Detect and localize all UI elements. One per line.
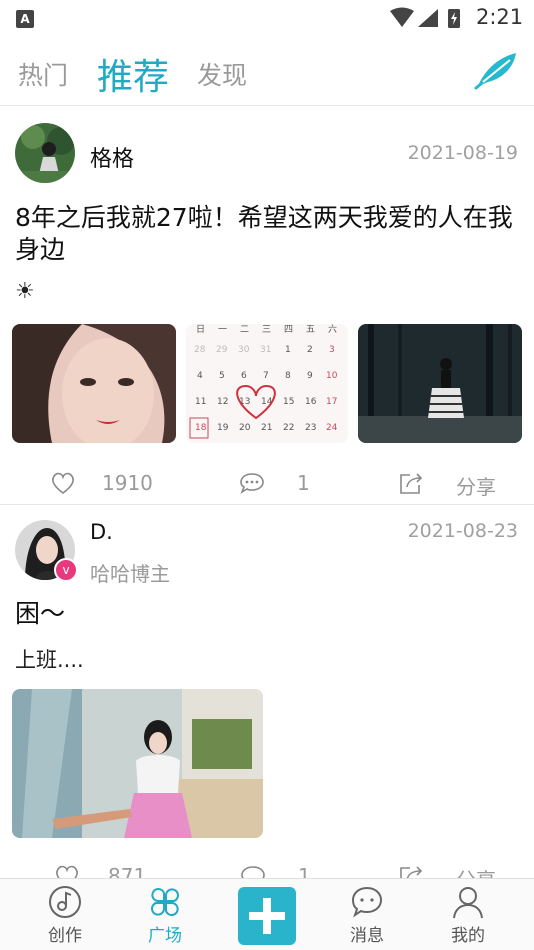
svg-text:31: 31 (260, 345, 271, 355)
share-icon[interactable] (398, 471, 424, 495)
svg-text:15: 15 (283, 397, 294, 407)
svg-text:7: 7 (263, 371, 269, 381)
svg-text:一: 一 (218, 325, 227, 335)
svg-text:20: 20 (239, 423, 251, 433)
svg-text:六: 六 (328, 324, 337, 335)
svg-text:23: 23 (305, 423, 316, 433)
like-count: 1910 (102, 471, 153, 495)
nav-profile-label: 我的 (451, 926, 485, 946)
comment-icon[interactable] (239, 471, 265, 495)
bottom-nav: 创作 广场 消息 我的 (0, 878, 534, 950)
status-icons (390, 7, 460, 28)
verified-badge: v (54, 558, 78, 582)
wifi-icon (390, 7, 414, 27)
plus-icon (249, 898, 285, 934)
selfie-photo[interactable] (12, 324, 176, 443)
avatar[interactable] (15, 123, 75, 183)
svg-text:1: 1 (285, 345, 291, 355)
post-text: 8年之后我就27啦！希望这两天我爱的人在我身边 (15, 203, 513, 264)
nav-create[interactable]: 创作 (20, 879, 110, 950)
nav-messages[interactable]: 消息 (322, 879, 412, 950)
svg-text:24: 24 (326, 423, 338, 433)
music-note-icon (49, 886, 81, 918)
svg-text:8: 8 (285, 371, 291, 381)
user-name[interactable]: 格格 (90, 141, 134, 173)
svg-text:日: 日 (196, 324, 205, 335)
feather-icon[interactable] (474, 50, 520, 90)
svg-text:2: 2 (307, 345, 313, 355)
status-bar: A 2:21 (0, 0, 534, 36)
mirror-selfie-photo[interactable] (12, 689, 263, 838)
signal-icon (418, 9, 438, 27)
nav-create-label: 创作 (48, 926, 82, 946)
post-subtext: ☀ (15, 279, 35, 304)
nav-square[interactable]: 广场 (120, 879, 210, 950)
svg-text:21: 21 (261, 423, 272, 433)
top-nav: 热门 推荐 发现 (0, 36, 534, 106)
comment-count: 1 (297, 471, 310, 495)
nav-profile[interactable]: 我的 (423, 879, 513, 950)
svg-text:四: 四 (284, 325, 293, 335)
add-post-button[interactable] (238, 887, 296, 945)
svg-text:11: 11 (195, 397, 206, 407)
svg-text:30: 30 (238, 345, 250, 355)
user-name[interactable]: D. (90, 520, 113, 544)
user-subtitle: 哈哈博主 (90, 562, 170, 586)
svg-text:17: 17 (326, 397, 337, 407)
nav-messages-label: 消息 (350, 926, 384, 946)
svg-text:16: 16 (305, 397, 317, 407)
svg-text:三: 三 (262, 325, 271, 335)
share-label[interactable]: 分享 (456, 471, 496, 500)
app-notification-icon: A (16, 10, 34, 28)
svg-text:4: 4 (197, 371, 203, 381)
post-date: 2021-08-23 (407, 520, 518, 542)
svg-text:12: 12 (217, 397, 228, 407)
tab-hot[interactable]: 热门 (18, 56, 68, 92)
svg-text:22: 22 (283, 423, 294, 433)
tab-recommend[interactable]: 推荐 (97, 48, 169, 100)
calendar-photo[interactable]: 日一二三四五六 28 29 30 31 1 2 3 4 5 6 7 8 9 10 11 12 13 14 15 1… (186, 324, 348, 443)
svg-text:29: 29 (216, 345, 228, 355)
svg-text:18: 18 (195, 423, 207, 433)
svg-text:10: 10 (326, 371, 338, 381)
svg-text:19: 19 (217, 423, 229, 433)
svg-text:28: 28 (194, 345, 206, 355)
clover-icon (151, 888, 179, 916)
svg-text:6: 6 (241, 371, 247, 381)
svg-text:五: 五 (306, 325, 315, 335)
svg-text:二: 二 (240, 325, 249, 335)
svg-text:5: 5 (219, 371, 225, 381)
post-text: 困～ (15, 599, 66, 628)
status-time: 2:21 (476, 5, 524, 29)
post-card[interactable]: 格格 2021-08-19 8年之后我就27啦！希望这两天我爱的人在我身边 ☀ … (0, 107, 534, 505)
svg-text:9: 9 (307, 371, 313, 381)
svg-text:3: 3 (329, 345, 335, 355)
person-icon (453, 887, 483, 919)
heart-icon[interactable] (50, 471, 76, 495)
post-date: 2021-08-19 (407, 142, 518, 164)
forest-photo[interactable] (358, 324, 522, 443)
post-subtext: 上班.... (15, 648, 84, 672)
post-card[interactable]: v D. 哈哈博主 2021-08-23 困～ 上班.... 871 1 (0, 506, 534, 892)
post-actions: 1910 1 分享 (0, 463, 534, 503)
chat-bubble-icon (351, 886, 383, 918)
nav-square-label: 广场 (148, 926, 182, 946)
tab-discover[interactable]: 发现 (197, 56, 247, 92)
